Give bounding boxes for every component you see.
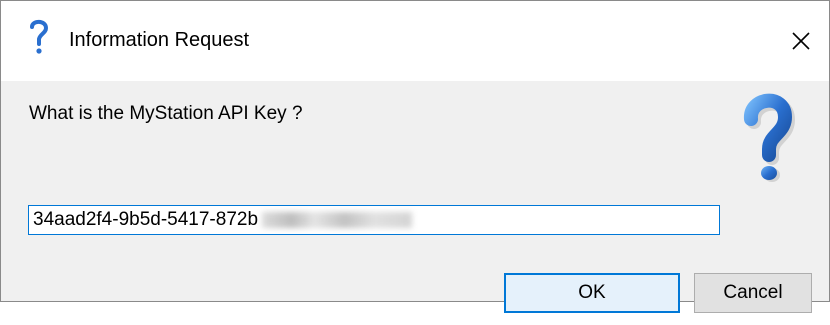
window-title: Information Request: [69, 29, 250, 51]
prompt-label: What is the MyStation API Key ?: [29, 103, 303, 124]
ok-button[interactable]: OK: [504, 273, 680, 313]
information-request-dialog: Information Request What is the MyStatio…: [0, 0, 830, 313]
api-key-value: 34aad2f4-9b5d-5417-872b: [33, 209, 259, 230]
obscured-text: [262, 212, 413, 228]
close-button[interactable]: [773, 1, 829, 81]
close-icon: [792, 32, 810, 50]
question-icon: [744, 93, 795, 182]
title-bar[interactable]: Information Request: [1, 1, 829, 81]
cancel-button[interactable]: Cancel: [694, 273, 812, 313]
dialog-body: What is the MyStation API Key ? 34aad2f4…: [1, 81, 829, 313]
question-icon: [30, 19, 49, 54]
api-key-input[interactable]: 34aad2f4-9b5d-5417-872b: [28, 205, 720, 235]
